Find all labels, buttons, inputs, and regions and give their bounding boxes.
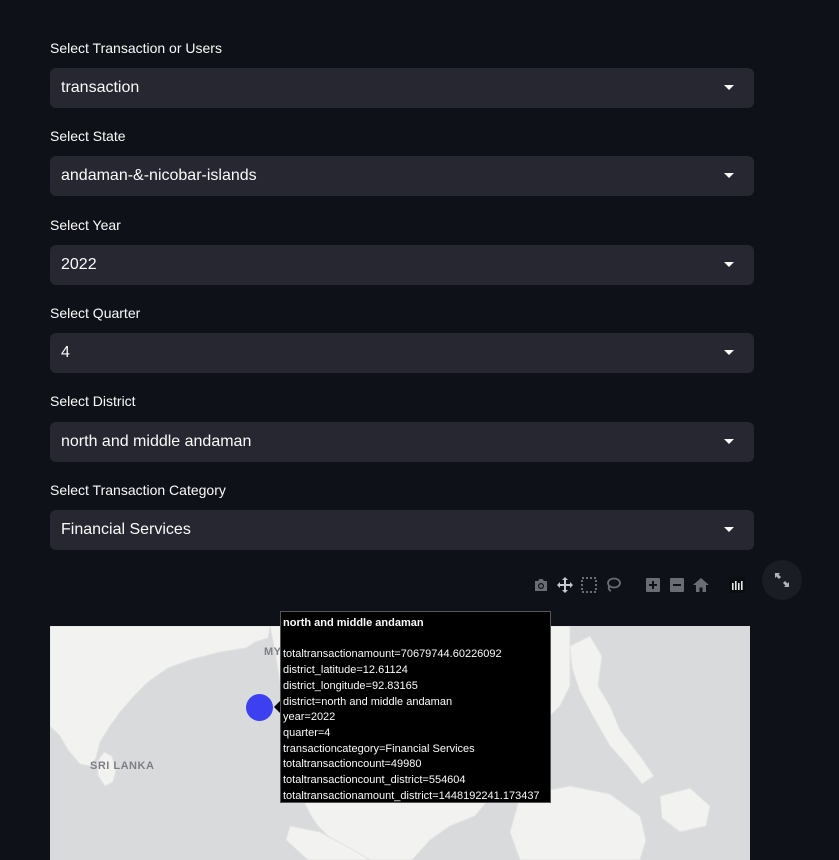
tooltip-line: transactioncategory=Financial Services <box>283 742 475 755</box>
filter-label-transaction-or-users: Select Transaction or Users <box>50 40 222 56</box>
tooltip-line: year=2022 <box>283 711 336 724</box>
select-value: andaman-&-nicobar-islands <box>61 167 257 184</box>
plotly-logo-icon[interactable] <box>728 576 746 594</box>
tooltip-line: district_longitude=92.83165 <box>283 679 418 692</box>
chevron-down-icon <box>724 262 734 267</box>
tooltip-line: totaltransactionamount_district=14481922… <box>283 789 540 802</box>
tooltip-line: district=north and middle andaman <box>283 695 453 708</box>
tooltip-line: totaltransactioncount_district=554604 <box>283 774 466 787</box>
tooltip-line: totaltransactionamount=70679744.60226092 <box>283 648 502 661</box>
chevron-down-icon <box>724 173 734 178</box>
home-icon[interactable] <box>692 576 710 594</box>
map-label-sri-lanka: SRI LANKA <box>90 760 155 772</box>
filter-label-quarter: Select Quarter <box>50 305 141 321</box>
select-value: north and middle andaman <box>61 433 252 450</box>
camera-icon[interactable] <box>532 576 550 594</box>
fullscreen-button[interactable] <box>762 560 802 600</box>
chevron-down-icon <box>724 527 734 532</box>
select-transaction-or-users[interactable]: transaction <box>50 68 754 108</box>
zoom-out-icon[interactable] <box>668 576 686 594</box>
district-marker[interactable] <box>246 694 273 721</box>
select-transaction-category[interactable]: Financial Services <box>50 510 754 550</box>
zoom-in-icon[interactable] <box>644 576 662 594</box>
select-value: 2022 <box>61 256 97 273</box>
select-quarter[interactable]: 4 <box>50 333 754 373</box>
chevron-down-icon <box>724 350 734 355</box>
select-year[interactable]: 2022 <box>50 245 754 285</box>
map-label-myanmar: MY <box>264 646 282 658</box>
chevron-down-icon <box>724 439 734 444</box>
pan-icon[interactable] <box>556 576 574 594</box>
filter-label-year: Select Year <box>50 217 121 233</box>
select-district[interactable]: north and middle andaman <box>50 422 754 462</box>
tooltip-line: totaltransactioncount=49980 <box>283 758 422 771</box>
plot-modebar <box>532 575 746 595</box>
select-value: 4 <box>61 344 70 361</box>
box-select-icon[interactable] <box>580 576 598 594</box>
tooltip-line: quarter=4 <box>283 726 331 739</box>
chevron-down-icon <box>724 85 734 90</box>
tooltip-title: north and middle andaman <box>283 617 424 629</box>
filter-label-district: Select District <box>50 393 136 409</box>
select-value: Financial Services <box>61 521 191 538</box>
fullscreen-icon <box>775 573 789 587</box>
filter-label-state: Select State <box>50 128 126 144</box>
tooltip-line: district_latitude=12.61124 <box>283 664 408 677</box>
hover-tooltip: north and middle andaman totaltransactio… <box>280 611 551 803</box>
select-state[interactable]: andaman-&-nicobar-islands <box>50 156 754 196</box>
filter-label-transaction-category: Select Transaction Category <box>50 482 226 498</box>
select-value: transaction <box>61 79 140 96</box>
lasso-icon[interactable] <box>604 576 622 594</box>
